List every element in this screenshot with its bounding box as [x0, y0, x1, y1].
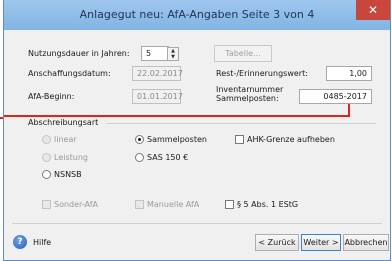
manuelle-afa-label: Manuelle AfA — [147, 200, 200, 209]
spin-down-icon[interactable]: ▼ — [168, 54, 178, 60]
dialog-content: Nutzungsdauer in Jahren: 5 ▲ ▼ Tabelle..… — [4, 30, 390, 260]
close-button[interactable]: ✕ — [356, 0, 390, 20]
ahk-grenze-label: AHK-Grenze aufheben — [247, 135, 335, 144]
callout-riser — [348, 104, 350, 117]
weiter-button[interactable]: Weiter > — [301, 234, 341, 251]
radio-nsnsb[interactable] — [42, 170, 51, 179]
leistung-label: Leistung — [54, 153, 88, 162]
nutzungsdauer-label: Nutzungsdauer in Jahren: — [28, 49, 130, 58]
restwert-label: Rest-/Erinnerungswert: — [216, 69, 308, 78]
footer-divider — [12, 223, 382, 224]
radio-linear[interactable] — [42, 135, 51, 144]
sonder-afa-checkbox[interactable] — [42, 200, 51, 209]
linear-label: linear — [54, 135, 77, 144]
inventarnummer-label-line1: Inventarnummer — [216, 85, 284, 94]
estg-checkbox[interactable] — [225, 200, 234, 209]
sas-label: SAS 150 € — [147, 153, 189, 162]
nutzungsdauer-spinner[interactable]: ▲ ▼ — [167, 47, 179, 61]
abschreibungsart-heading: Abschreibungsart — [28, 118, 99, 127]
anschaffungsdatum-field: 22.02.2017 — [132, 66, 183, 81]
anschaffungsdatum-label: Anschaffungsdatum: — [28, 69, 111, 78]
callout-underline — [4, 115, 350, 117]
title-bar: Anlagegut neu: AfA-Angaben Seite 3 von 4… — [4, 0, 390, 30]
estg-label: § 5 Abs. 1 EStG — [237, 200, 299, 209]
radio-sas[interactable] — [135, 153, 144, 162]
afa-beginn-field: 01.01.2017 — [132, 89, 183, 104]
sammelposten-label: Sammelposten — [147, 135, 207, 144]
help-icon[interactable]: ? — [13, 235, 27, 249]
ahk-grenze-checkbox[interactable] — [235, 135, 244, 144]
inventarnummer-label-line2: Sammelposten: — [216, 94, 279, 103]
abbrechen-button[interactable]: Abbrechen — [343, 234, 389, 251]
radio-leistung[interactable] — [42, 153, 51, 162]
abschreibungsart-divider — [106, 123, 376, 124]
sonder-afa-label: Sonder-AfA — [54, 200, 99, 209]
window-title: Anlagegut neu: AfA-Angaben Seite 3 von 4 — [79, 8, 315, 21]
restwert-input[interactable]: 1,00 — [326, 66, 372, 81]
hilfe-label[interactable]: Hilfe — [33, 238, 51, 247]
nsnsb-label: NSNSB — [54, 170, 82, 179]
nutzungsdauer-input[interactable]: 5 — [141, 46, 169, 61]
dialog-window: Anlagegut neu: AfA-Angaben Seite 3 von 4… — [3, 0, 391, 261]
inventarnummer-input[interactable]: 0485-2017 — [299, 89, 372, 104]
afa-beginn-label: AfA-Beginn: — [28, 92, 75, 101]
zurueck-button[interactable]: < Zurück — [255, 234, 299, 251]
manuelle-afa-checkbox[interactable] — [135, 200, 144, 209]
tabelle-button[interactable]: Tabelle... — [214, 45, 272, 62]
radio-sammelposten[interactable] — [135, 135, 144, 144]
